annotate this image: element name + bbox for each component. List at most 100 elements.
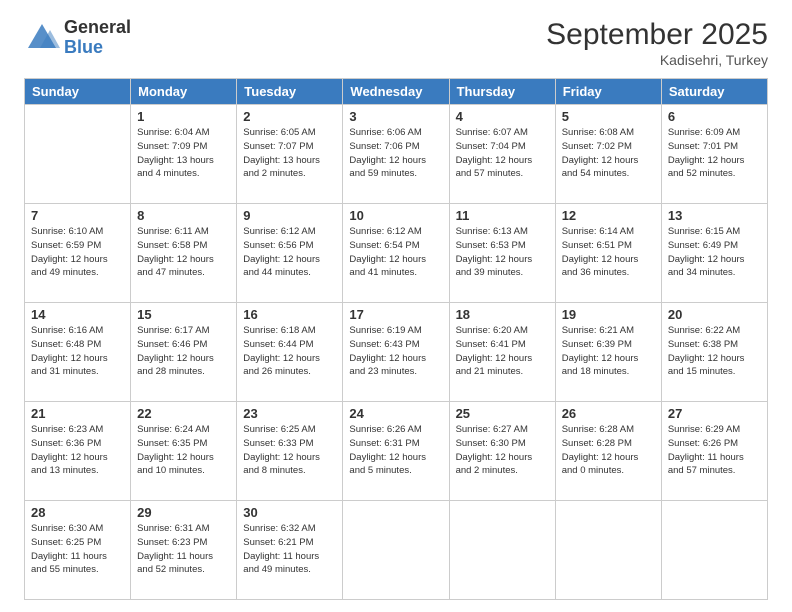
logo: General Blue (24, 18, 131, 58)
calendar-cell: 19 Sunrise: 6:21 AM Sunset: 6:39 PM Dayli… (555, 303, 661, 402)
calendar-cell: 7 Sunrise: 6:10 AM Sunset: 6:59 PM Daylig… (25, 204, 131, 303)
logo-icon (24, 20, 60, 56)
day-number: 11 (456, 208, 549, 223)
calendar-cell: 26 Sunrise: 6:28 AM Sunset: 6:28 PM Dayli… (555, 402, 661, 501)
calendar-cell: 20 Sunrise: 6:22 AM Sunset: 6:38 PM Dayli… (661, 303, 767, 402)
title-block: September 2025 Kadisehri, Turkey (546, 18, 768, 68)
calendar-cell: 12 Sunrise: 6:14 AM Sunset: 6:51 PM Dayli… (555, 204, 661, 303)
calendar-week-row: 28Sunrise: 6:30 AM Sunset: 6:25 PM Dayli… (25, 501, 768, 600)
page: General Blue September 2025 Kadisehri, T… (0, 0, 792, 612)
day-info: Sunrise: 6:32 AM Sunset: 6:21 PM Dayligh… (243, 522, 336, 577)
day-info: Sunrise: 6:29 AM Sunset: 6:26 PM Dayligh… (668, 423, 761, 478)
day-number: 16 (243, 307, 336, 322)
calendar-cell: 10 Sunrise: 6:12 AM Sunset: 6:54 PM Dayli… (343, 204, 449, 303)
day-number: 6 (668, 109, 761, 124)
calendar-cell: 9 Sunrise: 6:12 AM Sunset: 6:56 PM Daylig… (237, 204, 343, 303)
calendar-cell: 5 Sunrise: 6:08 AM Sunset: 7:02 PM Daylig… (555, 105, 661, 204)
day-number: 9 (243, 208, 336, 223)
calendar-header-row: SundayMondayTuesdayWednesdayThursdayFrid… (25, 79, 768, 105)
calendar-cell: 14 Sunrise: 6:16 AM Sunset: 6:48 PM Dayli… (25, 303, 131, 402)
day-number: 23 (243, 406, 336, 421)
calendar-cell: 11 Sunrise: 6:13 AM Sunset: 6:53 PM Dayli… (449, 204, 555, 303)
calendar-cell: 28Sunrise: 6:30 AM Sunset: 6:25 PM Dayli… (25, 501, 131, 600)
day-info: Sunrise: 6:09 AM Sunset: 7:01 PM Dayligh… (668, 126, 761, 181)
day-number: 2 (243, 109, 336, 124)
day-number: 13 (668, 208, 761, 223)
calendar-cell: 29Sunrise: 6:31 AM Sunset: 6:23 PM Dayli… (131, 501, 237, 600)
day-number: 4 (456, 109, 549, 124)
calendar-cell: 17Sunrise: 6:19 AM Sunset: 6:43 PM Dayli… (343, 303, 449, 402)
day-info: Sunrise: 6:13 AM Sunset: 6:53 PM Dayligh… (456, 225, 549, 280)
day-info: Sunrise: 6:08 AM Sunset: 7:02 PM Dayligh… (562, 126, 655, 181)
calendar-header-saturday: Saturday (661, 79, 767, 105)
day-info: Sunrise: 6:23 AM Sunset: 6:36 PM Dayligh… (31, 423, 124, 478)
calendar-cell (449, 501, 555, 600)
calendar-cell: 30 Sunrise: 6:32 AM Sunset: 6:21 PM Dayli… (237, 501, 343, 600)
day-info: Sunrise: 6:12 AM Sunset: 6:54 PM Dayligh… (349, 225, 442, 280)
day-number: 8 (137, 208, 230, 223)
day-number: 30 (243, 505, 336, 520)
calendar-cell: 13 Sunrise: 6:15 AM Sunset: 6:49 PM Dayli… (661, 204, 767, 303)
day-info: Sunrise: 6:21 AM Sunset: 6:39 PM Dayligh… (562, 324, 655, 379)
day-info: Sunrise: 6:27 AM Sunset: 6:30 PM Dayligh… (456, 423, 549, 478)
calendar-cell: 22 Sunrise: 6:24 AM Sunset: 6:35 PM Dayli… (131, 402, 237, 501)
calendar-week-row: 14 Sunrise: 6:16 AM Sunset: 6:48 PM Dayli… (25, 303, 768, 402)
calendar-cell (661, 501, 767, 600)
logo-general-text: General (64, 18, 131, 38)
calendar-header-sunday: Sunday (25, 79, 131, 105)
calendar-cell: 23Sunrise: 6:25 AM Sunset: 6:33 PM Dayli… (237, 402, 343, 501)
day-number: 7 (31, 208, 124, 223)
day-number: 1 (137, 109, 230, 124)
logo-blue-text: Blue (64, 38, 131, 58)
calendar-header-thursday: Thursday (449, 79, 555, 105)
day-info: Sunrise: 6:11 AM Sunset: 6:58 PM Dayligh… (137, 225, 230, 280)
calendar-cell: 25 Sunrise: 6:27 AM Sunset: 6:30 PM Dayli… (449, 402, 555, 501)
logo-text: General Blue (64, 18, 131, 58)
calendar-cell: 27 Sunrise: 6:29 AM Sunset: 6:26 PM Dayli… (661, 402, 767, 501)
calendar-header-tuesday: Tuesday (237, 79, 343, 105)
day-number: 21 (31, 406, 124, 421)
day-number: 24 (349, 406, 442, 421)
day-info: Sunrise: 6:28 AM Sunset: 6:28 PM Dayligh… (562, 423, 655, 478)
day-number: 10 (349, 208, 442, 223)
calendar-cell: 21 Sunrise: 6:23 AM Sunset: 6:36 PM Dayli… (25, 402, 131, 501)
calendar-header-monday: Monday (131, 79, 237, 105)
calendar-cell: 15Sunrise: 6:17 AM Sunset: 6:46 PM Dayli… (131, 303, 237, 402)
day-info: Sunrise: 6:06 AM Sunset: 7:06 PM Dayligh… (349, 126, 442, 181)
day-info: Sunrise: 6:14 AM Sunset: 6:51 PM Dayligh… (562, 225, 655, 280)
calendar-cell: 1 Sunrise: 6:04 AM Sunset: 7:09 PM Daylig… (131, 105, 237, 204)
location-subtitle: Kadisehri, Turkey (546, 52, 768, 68)
day-info: Sunrise: 6:10 AM Sunset: 6:59 PM Dayligh… (31, 225, 124, 280)
calendar-cell (555, 501, 661, 600)
calendar-header-friday: Friday (555, 79, 661, 105)
calendar-cell: 24 Sunrise: 6:26 AM Sunset: 6:31 PM Dayli… (343, 402, 449, 501)
day-number: 5 (562, 109, 655, 124)
day-info: Sunrise: 6:22 AM Sunset: 6:38 PM Dayligh… (668, 324, 761, 379)
calendar-header-wednesday: Wednesday (343, 79, 449, 105)
day-number: 26 (562, 406, 655, 421)
calendar-cell: 8 Sunrise: 6:11 AM Sunset: 6:58 PM Daylig… (131, 204, 237, 303)
day-number: 27 (668, 406, 761, 421)
day-info: Sunrise: 6:26 AM Sunset: 6:31 PM Dayligh… (349, 423, 442, 478)
day-number: 20 (668, 307, 761, 322)
day-number: 14 (31, 307, 124, 322)
day-info: Sunrise: 6:04 AM Sunset: 7:09 PM Dayligh… (137, 126, 230, 181)
day-number: 18 (456, 307, 549, 322)
day-info: Sunrise: 6:15 AM Sunset: 6:49 PM Dayligh… (668, 225, 761, 280)
day-info: Sunrise: 6:24 AM Sunset: 6:35 PM Dayligh… (137, 423, 230, 478)
day-number: 25 (456, 406, 549, 421)
day-number: 19 (562, 307, 655, 322)
day-info: Sunrise: 6:17 AM Sunset: 6:46 PM Dayligh… (137, 324, 230, 379)
header: General Blue September 2025 Kadisehri, T… (24, 18, 768, 68)
day-number: 22 (137, 406, 230, 421)
calendar-cell (25, 105, 131, 204)
calendar-table: SundayMondayTuesdayWednesdayThursdayFrid… (24, 78, 768, 600)
calendar-cell (343, 501, 449, 600)
calendar-cell: 4Sunrise: 6:07 AM Sunset: 7:04 PM Daylig… (449, 105, 555, 204)
day-info: Sunrise: 6:12 AM Sunset: 6:56 PM Dayligh… (243, 225, 336, 280)
day-number: 28 (31, 505, 124, 520)
day-info: Sunrise: 6:20 AM Sunset: 6:41 PM Dayligh… (456, 324, 549, 379)
calendar-week-row: 1 Sunrise: 6:04 AM Sunset: 7:09 PM Daylig… (25, 105, 768, 204)
day-info: Sunrise: 6:16 AM Sunset: 6:48 PM Dayligh… (31, 324, 124, 379)
day-number: 12 (562, 208, 655, 223)
